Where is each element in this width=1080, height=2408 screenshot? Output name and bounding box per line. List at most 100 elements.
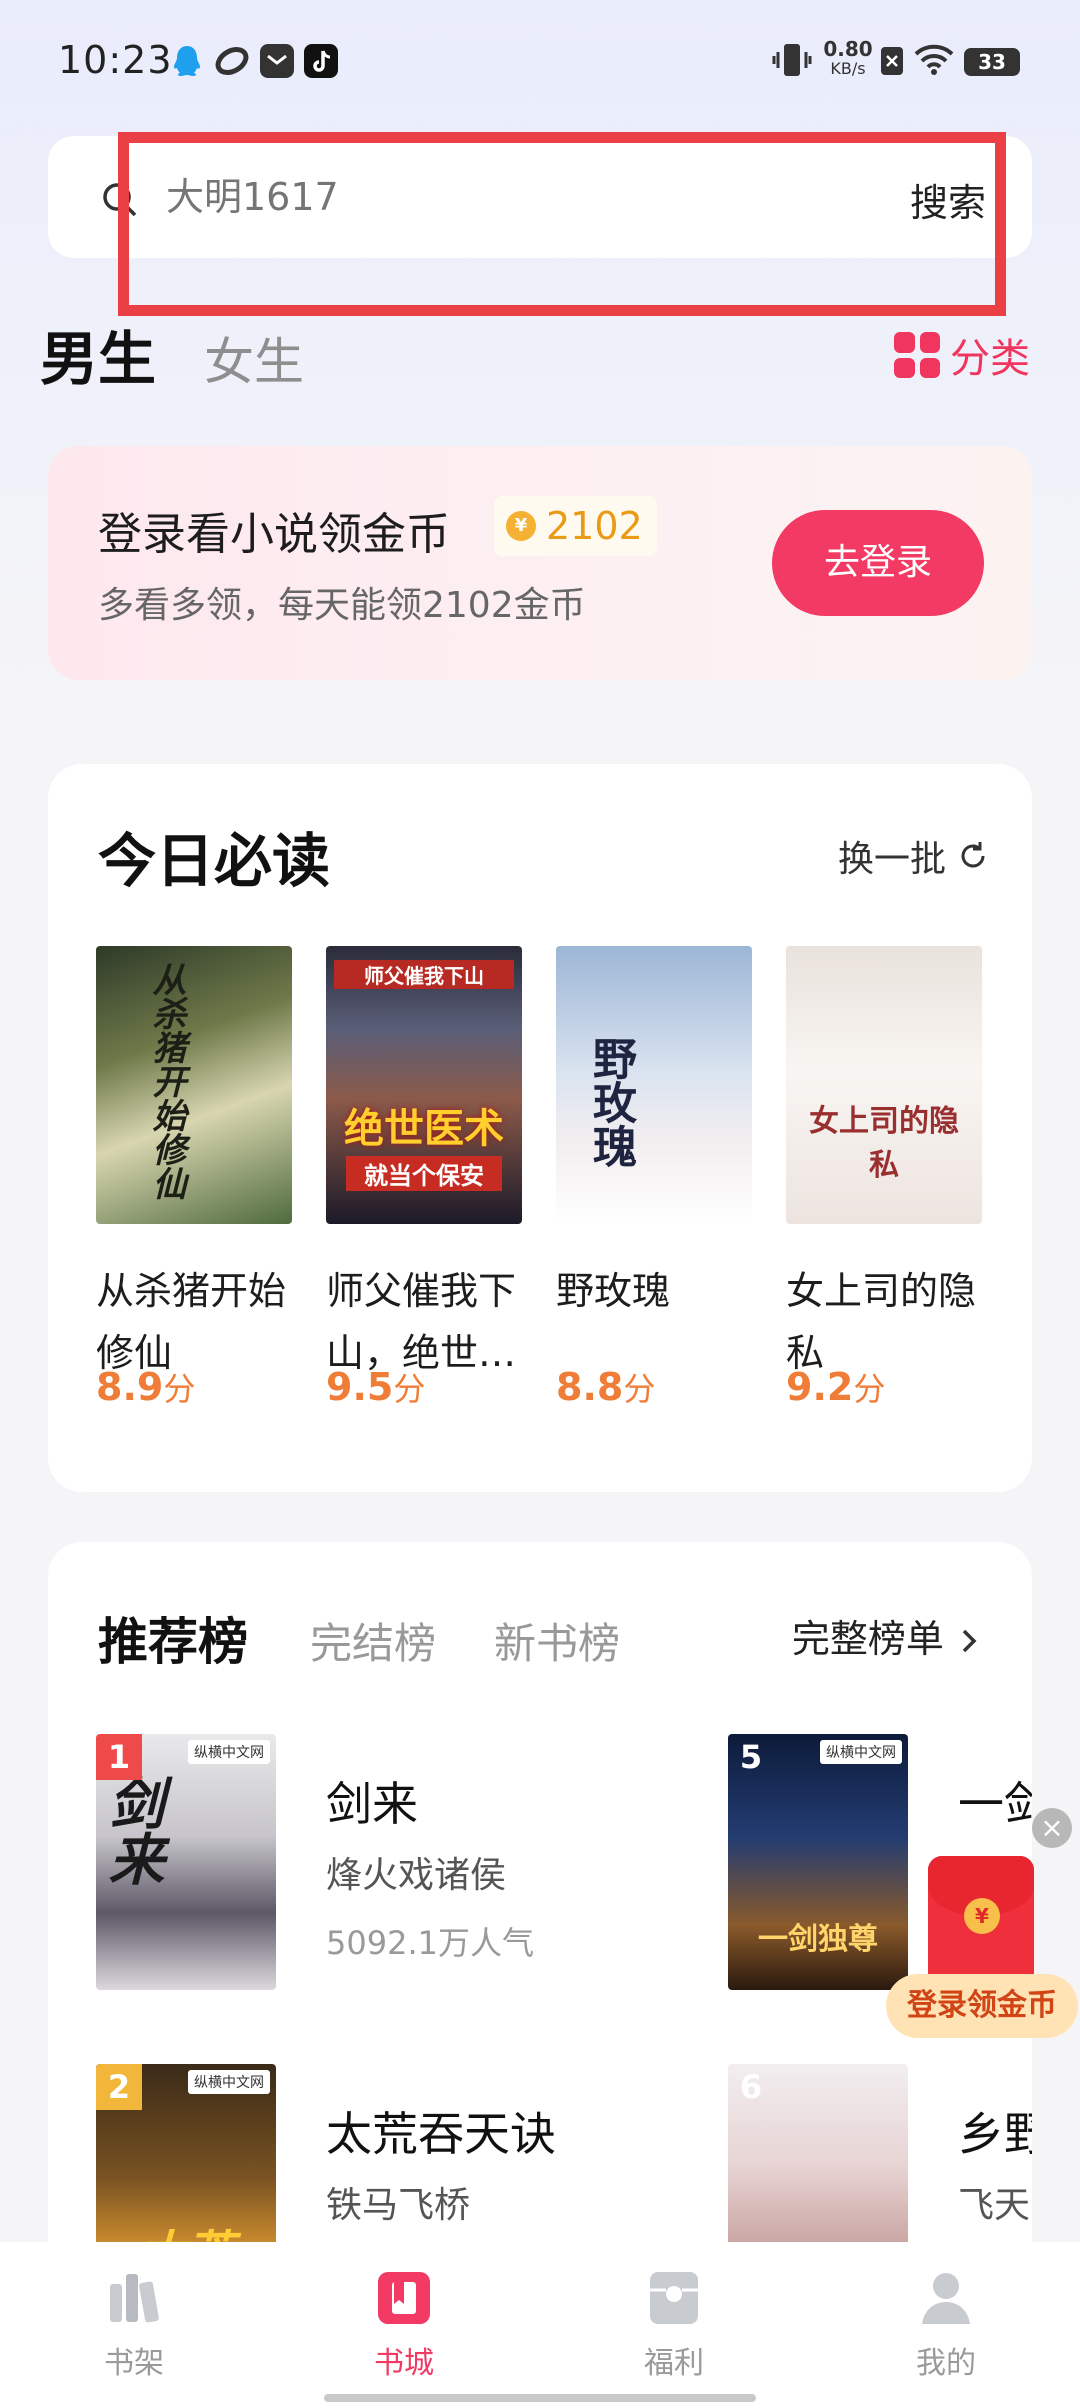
full-list-label: 完整榜单: [791, 1617, 944, 1661]
book-score: 9.2分: [786, 1364, 885, 1410]
rank-book-title: 一剑: [958, 1777, 1032, 1831]
rank-book-title: 乡野: [958, 2107, 1032, 2161]
go-login-button[interactable]: 去登录: [772, 510, 984, 616]
publisher-logo: 纵横中文网: [188, 2070, 270, 2094]
book-score-unit: 分: [623, 1370, 656, 1408]
book-cover-title: 女上司的隐私: [809, 1104, 959, 1183]
mail-app-icon: [260, 44, 294, 78]
category-label: 分类: [950, 336, 1030, 382]
network-speed: 0.80 KB/s: [822, 39, 874, 80]
book-score-value: 9.2: [786, 1365, 854, 1409]
coin-badge: ¥ 2102: [494, 496, 657, 556]
rank-book-cover[interactable]: 剑来 纵横中文网 1: [96, 1734, 276, 1990]
status-bar: 10:23 0.80 KB/s 33: [0, 0, 1080, 120]
book-store-icon: [374, 2268, 434, 2328]
chevron-right-icon: [962, 1629, 977, 1653]
tab-finished-rank[interactable]: 完结榜: [310, 1610, 436, 1671]
login-banner: 登录看小说领金币 ¥ 2102 多看多领，每天能领2102金币 去登录: [48, 446, 1032, 680]
book-score-unit: 分: [163, 1370, 196, 1408]
book-cover-title: 野玫瑰: [585, 1036, 636, 1168]
rank-book-cover[interactable]: 一剑独尊 纵横中文网 5: [728, 1734, 908, 1990]
gift-icon: [644, 2268, 704, 2328]
nav-profile[interactable]: 我的: [876, 2268, 1016, 2382]
link-app-icon: [214, 44, 249, 78]
coin-icon: ¥: [964, 1898, 1000, 1934]
book-cover[interactable]: 从杀猪开始修仙: [96, 946, 292, 1224]
must-read-title: 今日必读: [98, 827, 331, 895]
book-cover-title: 绝世医术: [344, 1105, 504, 1152]
nav-label: 书城: [374, 2346, 434, 2381]
book-title: 野玫瑰: [556, 1269, 671, 1313]
book-score-unit: 分: [393, 1370, 426, 1408]
coin-amount: 2102: [546, 504, 643, 548]
book-cover[interactable]: 野玫瑰: [556, 946, 752, 1224]
rank-book-author: 铁马飞桥: [326, 2185, 471, 2226]
nav-bookshelf[interactable]: 书架: [64, 2268, 204, 2382]
qq-icon: [170, 44, 204, 78]
rank-book-popularity: 5092.1万人气: [326, 1924, 534, 1962]
full-list-link[interactable]: 完整榜单: [792, 1608, 982, 1663]
book-card[interactable]: 从杀猪开始修仙 从杀猪开始修仙: [96, 946, 292, 1384]
publisher-logo: 纵横中文网: [188, 1740, 270, 1764]
refresh-label: 换一批: [837, 839, 946, 880]
nav-bookstore[interactable]: 书城: [334, 2268, 474, 2382]
book-card[interactable]: 师父催我下山 绝世医术 就当个保安 师父催我下山，绝世…: [326, 946, 522, 1384]
login-coin-button[interactable]: 登录领金币: [886, 1974, 1078, 2038]
nav-label: 我的: [916, 2346, 976, 2381]
battery-icon: 33: [964, 48, 1020, 76]
rank-item[interactable]: 剑来 纵横中文网 1 剑来 烽火戏诸侯 5092.1万人气: [96, 1734, 736, 1994]
book-card[interactable]: 女上司的隐私 女上司的隐私: [786, 946, 982, 1384]
refresh-icon: [961, 842, 985, 868]
highlight-box: [118, 132, 1006, 316]
profile-icon: [916, 2268, 976, 2328]
category-button[interactable]: 分类: [894, 326, 1030, 384]
book-score-unit: 分: [853, 1370, 886, 1408]
book-score-value: 9.5: [326, 1365, 394, 1409]
sim-off-icon: [880, 46, 904, 86]
rank-book-author: 飞天: [958, 2185, 1031, 2226]
rank-badge: 2: [96, 2064, 142, 2110]
book-score-value: 8.8: [556, 1365, 624, 1409]
tiktok-icon: [304, 44, 338, 78]
tab-new-rank[interactable]: 新书榜: [494, 1610, 620, 1671]
battery-level: 33: [978, 50, 1006, 74]
rank-badge: 1: [96, 1734, 142, 1780]
refresh-button[interactable]: 换一批: [838, 830, 990, 882]
book-cover-subtitle: 就当个保安: [346, 1156, 502, 1191]
home-indicator[interactable]: [324, 2394, 756, 2402]
close-icon[interactable]: ×: [1032, 1808, 1072, 1848]
book-cover[interactable]: 女上司的隐私: [786, 946, 982, 1224]
rank-badge: 6: [739, 2068, 763, 2106]
book-score: 8.9分: [96, 1364, 195, 1410]
rank-book-title: 剑来: [326, 1777, 418, 1831]
tab-female[interactable]: 女生: [204, 322, 304, 394]
book-cover-title: 从杀猪开始修仙: [146, 962, 186, 1200]
book-cover-top: 师父催我下山: [334, 960, 514, 989]
rank-cover-title: 一剑独尊: [758, 1922, 878, 1957]
nav-label: 书架: [104, 2346, 164, 2381]
rank-badge: 5: [739, 1738, 763, 1776]
vibrate-icon: [772, 40, 812, 80]
rank-cover-title: 剑来: [99, 1774, 165, 1886]
wifi-icon: [914, 44, 954, 84]
book-card[interactable]: 野玫瑰 野玫瑰: [556, 946, 752, 1322]
login-banner-subtitle: 多看多领，每天能领2102金币: [98, 585, 586, 626]
book-score: 9.5分: [326, 1364, 425, 1410]
coin-icon: ¥: [506, 511, 536, 541]
must-read-card: 今日必读 换一批 从杀猪开始修仙 从杀猪开始修仙 8.9分 师父催我下山 绝世医…: [48, 764, 1032, 1492]
rank-book-author: 烽火戏诸侯: [326, 1855, 507, 1896]
tab-male[interactable]: 男生: [40, 312, 156, 396]
nav-welfare[interactable]: 福利: [604, 2268, 744, 2382]
category-grid-icon: [894, 332, 940, 378]
nav-label: 福利: [644, 2346, 704, 2381]
publisher-logo: 纵横中文网: [820, 1740, 902, 1764]
tab-recommend-rank[interactable]: 推荐榜: [98, 1602, 248, 1674]
book-score-value: 8.9: [96, 1365, 164, 1409]
status-time: 10:23: [58, 38, 173, 82]
bottom-nav: 书架 书城 福利 我的: [0, 2242, 1080, 2408]
book-cover[interactable]: 师父催我下山 绝世医术 就当个保安: [326, 946, 522, 1224]
book-score: 8.8分: [556, 1364, 655, 1410]
speed-unit: KB/s: [830, 59, 866, 78]
rank-book-title: 太荒吞天诀: [326, 2107, 556, 2161]
login-banner-title: 登录看小说领金币: [98, 509, 450, 560]
